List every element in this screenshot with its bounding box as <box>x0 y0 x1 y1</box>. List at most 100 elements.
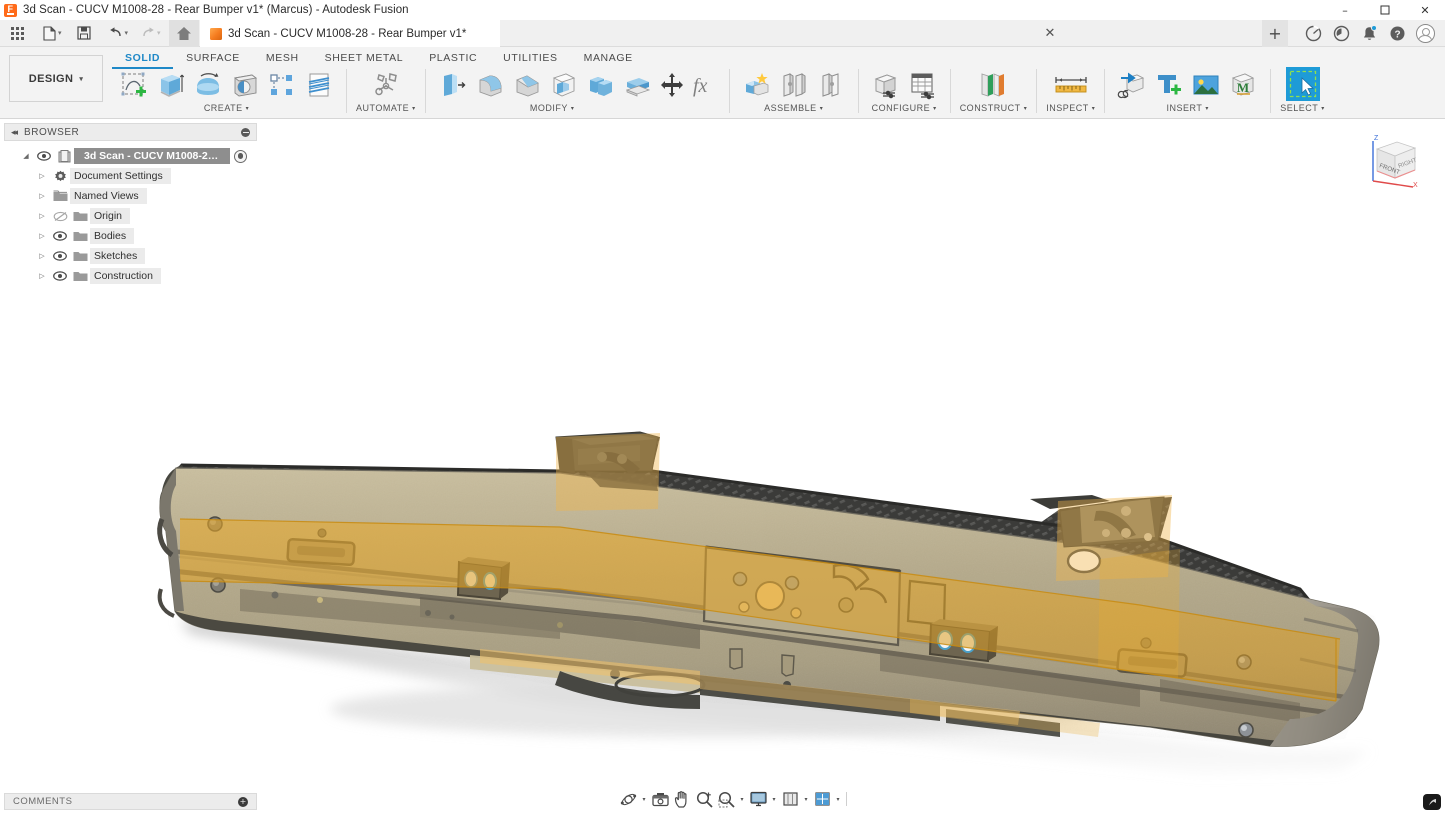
create-sketch-icon[interactable] <box>116 67 152 103</box>
refresh-icon[interactable] <box>1299 20 1327 47</box>
visibility-eye-hidden-icon[interactable] <box>50 211 70 222</box>
ribbon-group-select-label[interactable]: SELECT ▾ <box>1280 103 1325 113</box>
maximize-button[interactable] <box>1365 0 1405 20</box>
move-copy-icon[interactable] <box>657 67 687 103</box>
grid-snaps-icon[interactable] <box>779 789 801 809</box>
visibility-eye-icon[interactable] <box>34 151 54 161</box>
tree-node-origin[interactable]: ▷ Origin <box>4 206 257 226</box>
collapse-browser-icon[interactable]: ◂◂ <box>11 127 16 138</box>
root-activate-radio[interactable] <box>234 150 247 163</box>
display-settings-icon[interactable] <box>747 789 769 809</box>
change-parameters-icon[interactable]: fx <box>688 67 720 103</box>
display-settings-caret-icon[interactable]: ▾ <box>769 796 779 803</box>
look-at-icon[interactable] <box>649 789 671 809</box>
ribbon-group-inspect-label[interactable]: INSPECT ▾ <box>1046 103 1095 113</box>
viewports-icon[interactable] <box>811 789 833 809</box>
comments-panel[interactable]: COMMENTS + <box>4 793 257 810</box>
orbit-caret-icon[interactable]: ▾ <box>639 796 649 803</box>
insert-mesh-icon[interactable]: M <box>1225 67 1261 103</box>
save-icon[interactable] <box>72 22 96 45</box>
tab-surface[interactable]: SURFACE <box>173 49 253 69</box>
chamfer-icon[interactable] <box>509 67 545 103</box>
ribbon-group-create-label[interactable]: CREATE ▾ <box>204 103 249 113</box>
construction-plane-right-tall[interactable] <box>1098 549 1180 679</box>
orbit-icon[interactable] <box>617 789 639 809</box>
joint-icon[interactable] <box>776 67 812 103</box>
workspace-switcher-button[interactable]: DESIGN ▾ <box>9 55 103 102</box>
configuration-table-icon[interactable] <box>905 67 941 103</box>
minimize-button[interactable]: – <box>1325 0 1365 20</box>
press-pull-icon[interactable] <box>435 67 471 103</box>
visibility-eye-icon[interactable] <box>50 251 70 261</box>
ribbon-group-assemble-label[interactable]: ASSEMBLE ▾ <box>764 103 823 113</box>
ribbon-group-insert-label[interactable]: INSERT ▾ <box>1167 103 1209 113</box>
zoom-in-icon[interactable] <box>693 789 715 809</box>
user-avatar[interactable] <box>1411 20 1439 47</box>
tab-sheet-metal[interactable]: SHEET METAL <box>312 49 417 69</box>
visibility-eye-icon[interactable] <box>50 231 70 241</box>
zoom-window-icon[interactable] <box>715 789 737 809</box>
tab-solid[interactable]: SOLID <box>112 49 173 69</box>
rectangular-pattern-icon[interactable] <box>264 67 300 103</box>
home-icon[interactable] <box>169 20 199 47</box>
expand-arrow-icon[interactable]: ▷ <box>34 192 50 200</box>
expand-arrow-icon[interactable]: ▷ <box>34 272 50 280</box>
add-comment-icon[interactable]: + <box>238 797 248 807</box>
measure-icon[interactable] <box>1047 67 1095 103</box>
expand-arrow-icon[interactable]: ▷ <box>34 172 50 180</box>
configure-design-icon[interactable] <box>868 67 904 103</box>
app-grid-icon[interactable] <box>5 22 29 45</box>
select-window-icon[interactable] <box>1286 67 1320 101</box>
tree-node-document-settings[interactable]: ▷ Document Settings <box>4 166 257 186</box>
tab-manage[interactable]: MANAGE <box>571 49 646 69</box>
insert-mcmaster-icon[interactable] <box>1151 67 1187 103</box>
insert-derive-icon[interactable] <box>1114 67 1150 103</box>
split-face-icon[interactable] <box>620 67 656 103</box>
viewports-caret-icon[interactable]: ▾ <box>833 796 843 803</box>
navigation-arrow-badge[interactable] <box>1423 794 1441 810</box>
document-tab[interactable]: 3d Scan - CUCV M1008-28 - Rear Bumper v1… <box>200 20 500 47</box>
tree-node-sketches[interactable]: ▷ Sketches <box>4 246 257 266</box>
revolve-icon[interactable] <box>190 67 226 103</box>
view-cube[interactable]: Z X FRONT RIGHT <box>1363 131 1425 189</box>
expand-arrow-icon[interactable]: ◢ <box>18 152 34 160</box>
tab-mesh[interactable]: MESH <box>253 49 312 69</box>
tree-node-construction[interactable]: ▷ Construction <box>4 266 257 286</box>
shell-icon[interactable] <box>546 67 582 103</box>
tree-node-bodies[interactable]: ▷ Bodies <box>4 226 257 246</box>
help-icon[interactable]: ? <box>1383 20 1411 47</box>
construction-plane-left-bracket[interactable] <box>556 433 660 511</box>
ribbon-group-automate-label[interactable]: AUTOMATE ▾ <box>356 103 416 113</box>
history-clock-icon[interactable] <box>1327 20 1355 47</box>
tree-node-root[interactable]: ◢ 3d Scan - CUCV M1008-28 - Re... <box>4 146 257 166</box>
notification-bell-icon[interactable] <box>1355 20 1383 47</box>
hole-icon[interactable] <box>227 67 263 103</box>
new-component-icon[interactable] <box>739 67 775 103</box>
close-button[interactable]: ✕ <box>1405 0 1445 20</box>
document-tab-close-icon[interactable]: ✕ <box>1040 23 1060 43</box>
visibility-eye-icon[interactable] <box>50 271 70 281</box>
pan-icon[interactable] <box>671 789 693 809</box>
browser-minimize-icon[interactable] <box>241 128 250 137</box>
zoom-caret-icon[interactable]: ▾ <box>737 796 747 803</box>
new-tab-button[interactable]: + <box>1262 20 1288 47</box>
offset-plane-icon[interactable] <box>971 67 1015 103</box>
tab-plastic[interactable]: PLASTIC <box>416 49 490 69</box>
ribbon-group-configure-label[interactable]: CONFIGURE ▾ <box>872 103 937 113</box>
ribbon-group-modify-label[interactable]: MODIFY ▾ <box>530 103 575 113</box>
canvas-image-icon[interactable] <box>1188 67 1224 103</box>
ribbon-group-construct-label[interactable]: CONSTRUCT ▾ <box>960 103 1028 113</box>
new-document-icon[interactable] <box>37 22 61 45</box>
coil-icon[interactable] <box>301 67 337 103</box>
as-built-joint-icon[interactable] <box>813 67 849 103</box>
undo-icon[interactable] <box>104 22 128 45</box>
expand-arrow-icon[interactable]: ▷ <box>34 232 50 240</box>
expand-arrow-icon[interactable]: ▷ <box>34 212 50 220</box>
tree-node-named-views[interactable]: ▷ Named Views <box>4 186 257 206</box>
fillet-icon[interactable] <box>472 67 508 103</box>
expand-arrow-icon[interactable]: ▷ <box>34 252 50 260</box>
extrude-icon[interactable] <box>153 67 189 103</box>
grid-caret-icon[interactable]: ▾ <box>801 796 811 803</box>
automated-modeling-icon[interactable] <box>368 67 404 103</box>
tab-utilities[interactable]: UTILITIES <box>490 49 570 69</box>
